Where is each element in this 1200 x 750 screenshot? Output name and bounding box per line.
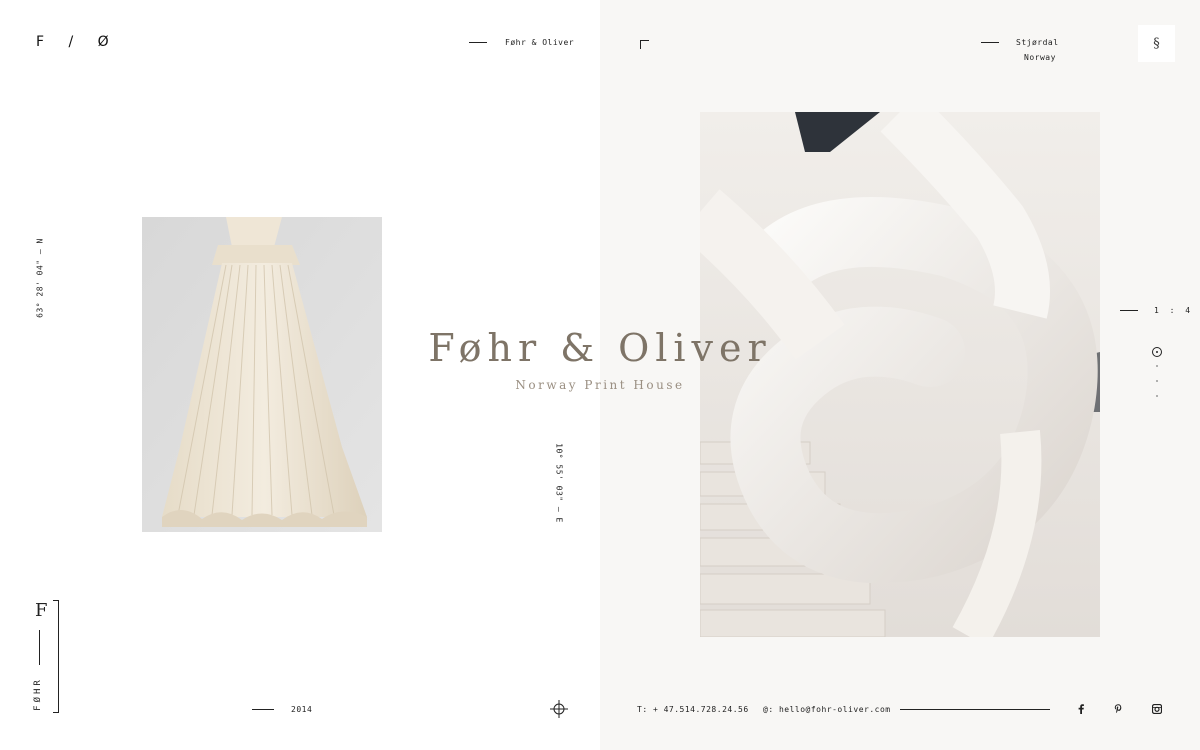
longitude-label: 10° 55' 03" — E: [554, 443, 564, 523]
year-label: 2014: [291, 705, 313, 714]
location-city: Stjørdal: [1016, 38, 1059, 47]
crosshair-icon: [550, 700, 568, 718]
staircase-image: [700, 112, 1100, 637]
pager-dot-4[interactable]: [1156, 395, 1158, 397]
pinterest-icon[interactable]: [1111, 702, 1125, 716]
pager-dot-1[interactable]: [1152, 347, 1162, 357]
contact-rule: [900, 709, 1050, 710]
bracket-line: [53, 600, 59, 713]
menu-icon: §: [1153, 36, 1160, 51]
monogram: F: [35, 600, 48, 621]
site-logo[interactable]: F / Ø: [36, 34, 119, 50]
instagram-icon[interactable]: [1150, 702, 1164, 716]
dress-image: [142, 217, 382, 532]
pager-dot-2[interactable]: [1156, 365, 1158, 367]
vertical-brand: FØHR: [33, 677, 43, 711]
phone-number[interactable]: T: + 47.514.728.24.56: [637, 705, 749, 714]
header-brand[interactable]: Føhr & Oliver: [505, 38, 574, 47]
location-country: Norway: [1024, 53, 1056, 62]
facebook-icon[interactable]: [1074, 702, 1088, 716]
mark-divider: [39, 630, 40, 665]
menu-button[interactable]: §: [1138, 25, 1175, 62]
location-rule: [981, 42, 999, 43]
corner-bracket: [640, 40, 649, 49]
pager-dot-3[interactable]: [1156, 380, 1158, 382]
brand-rule: [469, 42, 487, 43]
year-rule: [252, 709, 274, 710]
slide-counter: 1 : 4: [1154, 306, 1194, 315]
latitude-label: 63° 28' 04" — N: [35, 238, 45, 318]
counter-rule: [1120, 310, 1138, 311]
email-link[interactable]: @: hello@fohr-oliver.com: [763, 705, 891, 714]
